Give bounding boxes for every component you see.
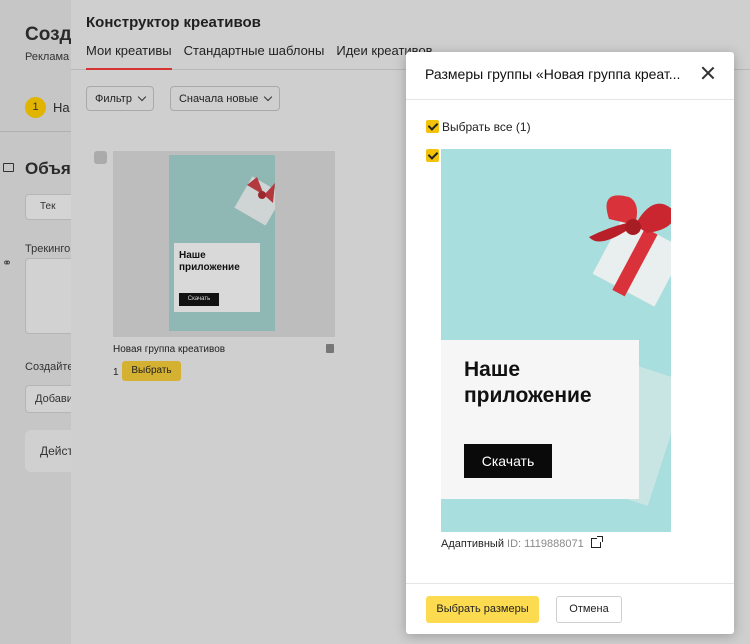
step-number: 1 xyxy=(25,97,46,118)
creative-headline: Наше приложение xyxy=(464,357,592,409)
card-checkbox[interactable] xyxy=(94,151,107,164)
page-subtitle: Реклама xyxy=(25,51,70,63)
select-all-checkbox[interactable] xyxy=(426,120,439,133)
creative-checkbox[interactable] xyxy=(426,149,439,162)
headline-line-2: приложение xyxy=(464,384,592,407)
create-label: Создайте xyxy=(25,361,74,373)
section-title: Объя xyxy=(25,159,71,178)
divider xyxy=(406,583,734,584)
creative-preview: Наше приложение Скачать xyxy=(441,149,671,532)
step-label: На xyxy=(53,100,70,115)
dialog-title: Размеры группы «Новая группа креат... xyxy=(425,66,681,82)
toolbar: Фильтр Сначала новые xyxy=(86,86,281,111)
link-icon: ⚭ xyxy=(2,256,13,270)
divider xyxy=(0,131,72,132)
tabs: Мои креативы Стандартные шаблоны Идеи кр… xyxy=(86,43,445,70)
creative-preview-mini: Наше приложение Скачать xyxy=(169,155,275,331)
actions-block: Дейст xyxy=(25,430,75,472)
gift-image xyxy=(589,195,671,307)
headline-line-1: Наше xyxy=(464,358,521,381)
card-count: 1 xyxy=(113,367,119,378)
cancel-button[interactable]: Отмена xyxy=(556,596,622,623)
tracking-label: Трекинго xyxy=(25,243,71,255)
creative-id: ID: 1119888071 xyxy=(507,538,584,550)
trash-icon[interactable] xyxy=(326,344,334,353)
sort-dropdown[interactable]: Сначала новые xyxy=(169,86,281,111)
divider xyxy=(406,99,734,100)
tracking-textarea[interactable] xyxy=(25,258,75,334)
filter-dropdown[interactable]: Фильтр xyxy=(86,86,154,111)
panel-title: Конструктор креативов xyxy=(86,14,261,31)
select-all-label[interactable]: Выбрать все (1) xyxy=(442,120,531,134)
chevron-down-icon xyxy=(264,92,273,102)
group-sizes-dialog: Размеры группы «Новая группа креат... Вы… xyxy=(406,52,734,634)
filter-label: Фильтр xyxy=(95,92,132,105)
creative-cta-button: Скачать xyxy=(464,444,552,478)
chevron-down-icon xyxy=(137,92,147,102)
select-sizes-button[interactable]: Выбрать размеры xyxy=(426,596,539,623)
tab-standard-templates[interactable]: Стандартные шаблоны xyxy=(184,43,325,70)
mini-headline: Наше приложение xyxy=(179,250,240,273)
tab-my-creatives[interactable]: Мои креативы xyxy=(86,43,172,70)
creative-caption: Адаптивный ID: 1119888071 xyxy=(441,536,603,550)
image-icon xyxy=(3,163,14,172)
external-link-icon[interactable] xyxy=(590,536,603,548)
select-button[interactable]: Выбрать xyxy=(122,361,181,381)
mini-cta: Скачать xyxy=(179,293,219,306)
card-name: Новая группа креативов xyxy=(113,344,226,355)
text-button[interactable]: Тек xyxy=(25,194,75,220)
sort-label: Сначала новые xyxy=(178,92,259,105)
add-input[interactable]: Добави xyxy=(25,385,75,413)
creative-type: Адаптивный xyxy=(441,538,504,550)
close-icon[interactable] xyxy=(700,65,716,81)
